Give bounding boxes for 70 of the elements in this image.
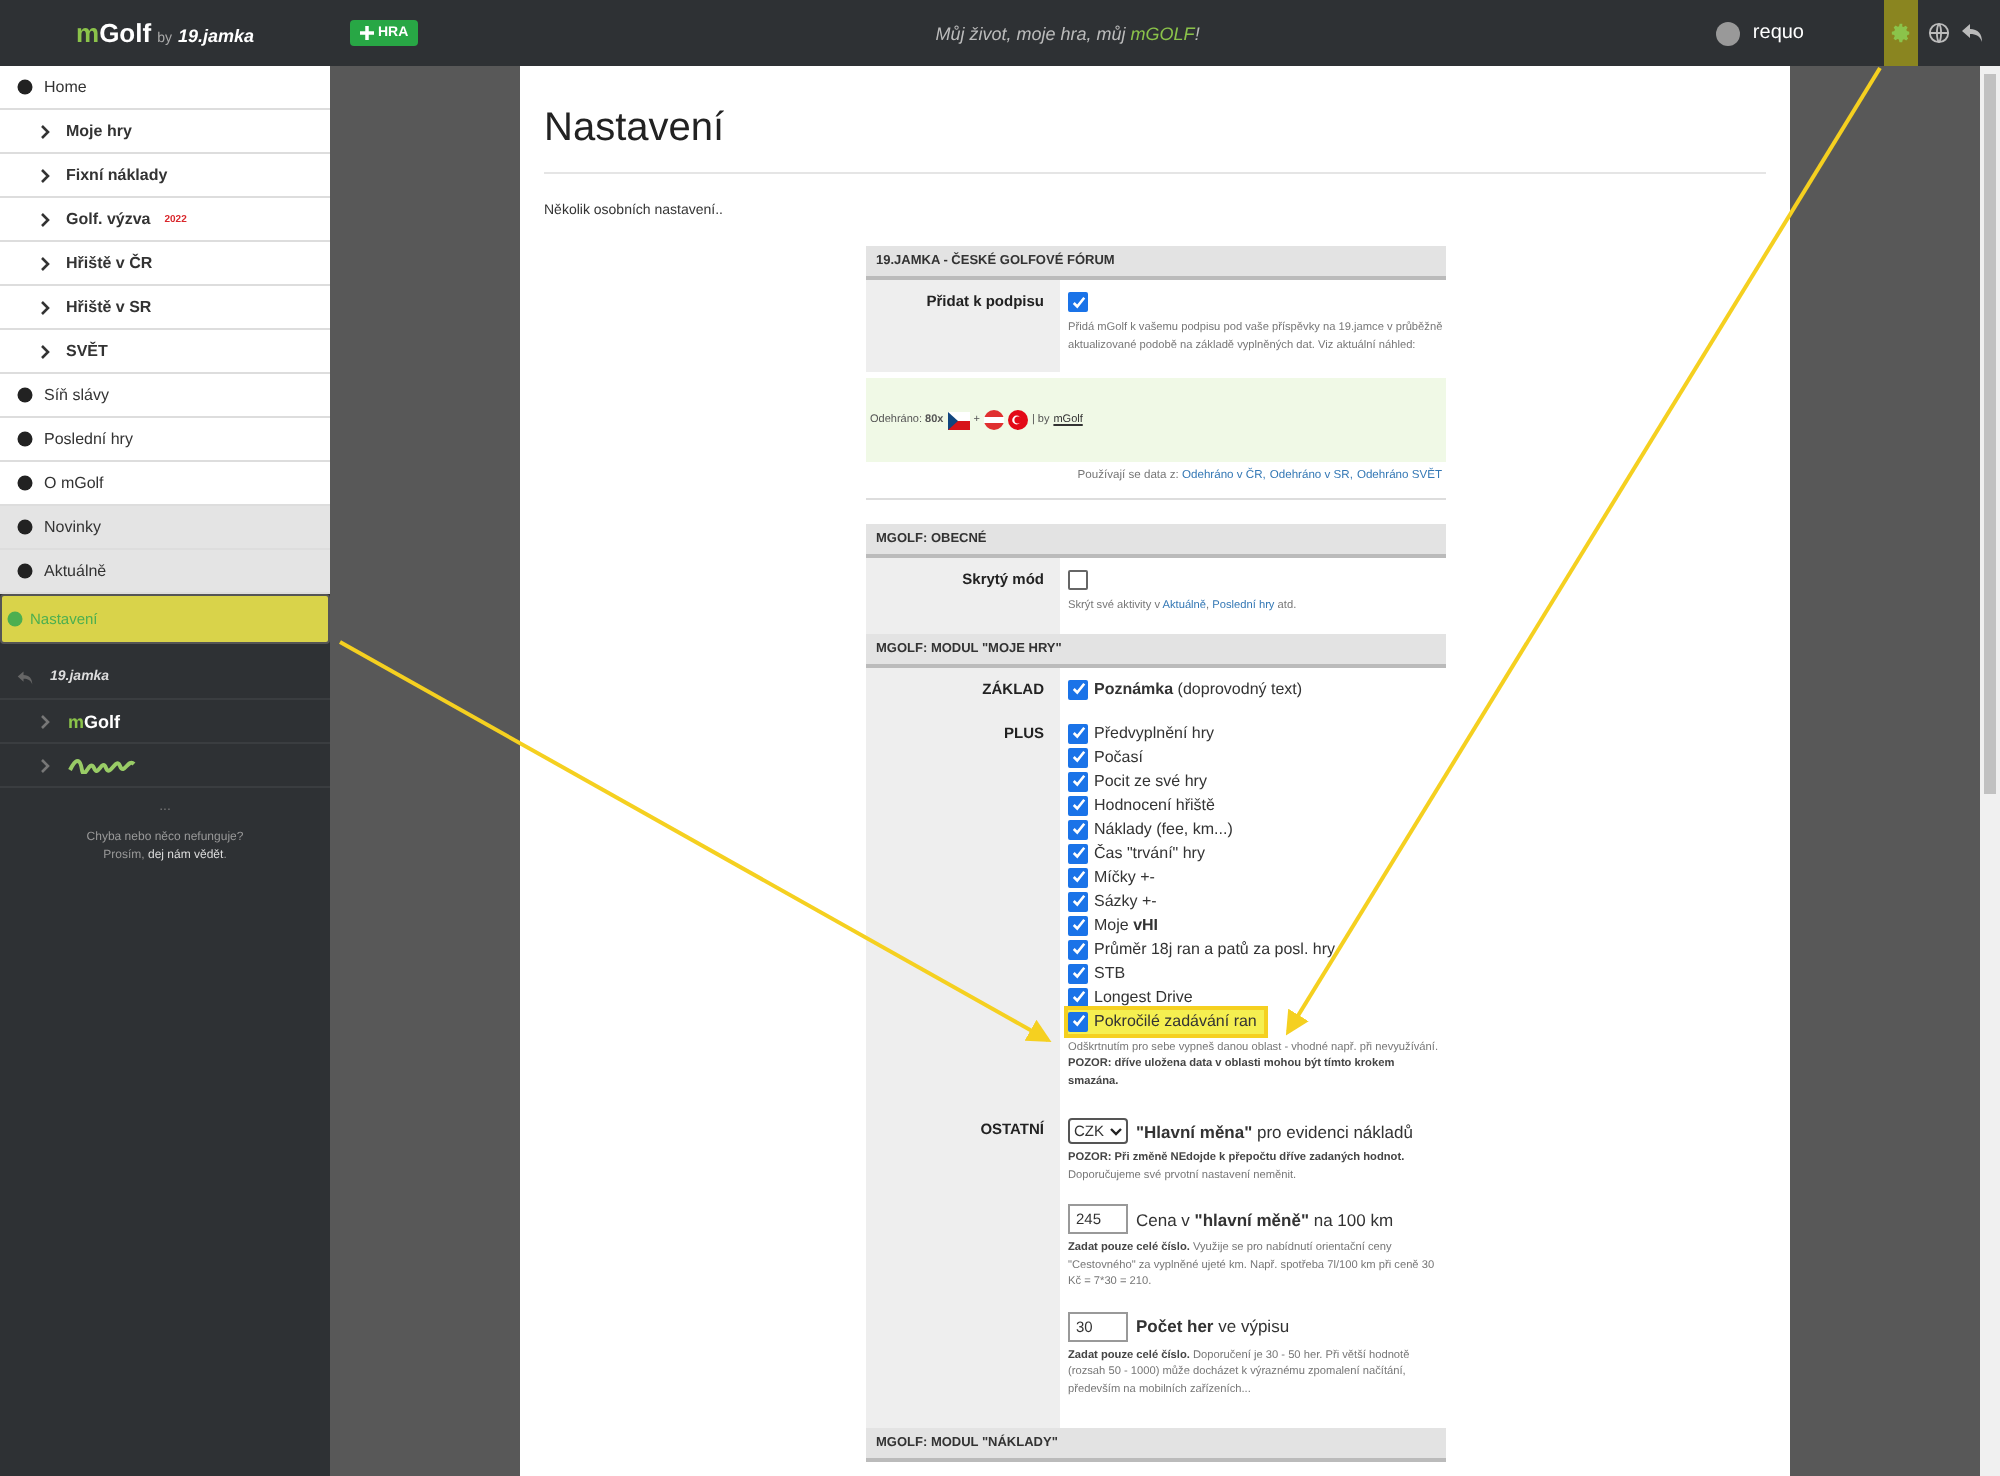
option-label: Sázky +- [1094, 892, 1157, 910]
back-arrow-icon[interactable] [1960, 22, 1984, 44]
flag-icon [947, 411, 970, 429]
chevron-icon [40, 255, 52, 271]
checkbox[interactable] [1068, 819, 1088, 839]
sidebar-item[interactable]: Home [0, 66, 330, 110]
checkbox[interactable] [1068, 843, 1088, 863]
sidebar-item[interactable]: Aktuálně [0, 550, 330, 594]
option-label: Počasí [1094, 748, 1143, 766]
sidebar-item[interactable]: SVĚT [0, 330, 330, 374]
option-label: Longest Drive [1094, 988, 1193, 1006]
checkbox[interactable] [1068, 747, 1088, 767]
sidebar-item[interactable]: Síň slávy [0, 374, 330, 418]
partner-logo-icon[interactable] [68, 756, 136, 774]
checkbox[interactable] [1068, 939, 1088, 959]
field-label: "Hlavní měna" pro evidenci nákladů [1136, 1121, 1413, 1141]
flag-icon [983, 410, 1004, 430]
checkbox[interactable] [1068, 795, 1088, 815]
user-name[interactable]: requo [1752, 22, 1804, 44]
checkbox[interactable] [1068, 891, 1088, 911]
checkbox[interactable] [1068, 987, 1088, 1007]
option-label: Moje vHI [1094, 916, 1159, 934]
checkbox[interactable] [1068, 867, 1088, 887]
sidebar-item[interactable]: Hřiště v SR [0, 286, 330, 330]
checkbox[interactable] [1068, 679, 1088, 699]
option-label: Pokročilé zadávání ran [1094, 1012, 1257, 1030]
chevron-icon [40, 713, 52, 729]
option-label: Náklady (fee, km...) [1094, 820, 1233, 838]
option-label: Předvyplnění hry [1094, 724, 1215, 742]
avatar[interactable] [1716, 21, 1741, 45]
checkbox[interactable] [1068, 292, 1088, 312]
checkbox[interactable] [1068, 915, 1088, 935]
field-label: Cena v "hlavní měně" na 100 km [1136, 1209, 1394, 1229]
mgolf-logo[interactable]: mGolf [76, 18, 152, 48]
chevron-icon [40, 343, 52, 359]
sidebar-item[interactable]: Moje hry [0, 110, 330, 154]
chevron-icon [40, 757, 52, 773]
option-label: Pocit ze své hry [1094, 772, 1207, 790]
year-label: 2022 [164, 213, 187, 225]
checkbox[interactable] [1068, 723, 1088, 743]
chevron-icon [40, 299, 52, 315]
flag-icon [1007, 410, 1028, 430]
chevron-icon [40, 123, 52, 139]
caret-icon [1110, 1127, 1122, 1135]
scrollbar[interactable] [1980, 66, 2000, 1476]
chevron-icon [40, 167, 52, 183]
page-title: Nastavení [544, 66, 1766, 174]
checkbox[interactable] [1068, 771, 1088, 791]
plus-icon [360, 26, 374, 40]
option-label: Čas "trvání" hry [1094, 844, 1205, 862]
sidebar-item[interactable]: Novinky [0, 506, 330, 550]
option-label: Průměr 18j ran a patů za posl. hry [1094, 940, 1336, 958]
field-label: Počet her ve výpisu [1136, 1316, 1290, 1336]
sidebar-item[interactable]: Fixní náklady [0, 154, 330, 198]
option-label: Poznámka (doprovodný text) [1094, 680, 1303, 698]
sidebar-item[interactable]: Poslední hry [0, 418, 330, 462]
sidebar-item[interactable]: O mGolf [0, 462, 330, 506]
motto: Můj život, moje hra, můj mGOLF! [933, 23, 1202, 43]
checkbox[interactable] [1068, 1011, 1088, 1031]
globe-icon[interactable] [1928, 22, 1950, 44]
partner-logo[interactable]: 19.jamka [177, 26, 254, 46]
sidebar-item[interactable]: Hřiště v ČR [0, 242, 330, 286]
option-label: STB [1094, 964, 1126, 982]
option-label: Hodnocení hřiště [1094, 796, 1215, 814]
checkbox[interactable] [1068, 963, 1088, 983]
chevron-icon [40, 211, 52, 227]
checkbox[interactable] [1068, 570, 1088, 590]
back-arrow-icon [16, 669, 34, 685]
option-label: Míčky +- [1094, 868, 1155, 886]
mgolf-logo[interactable]: mGolf [68, 711, 121, 731]
